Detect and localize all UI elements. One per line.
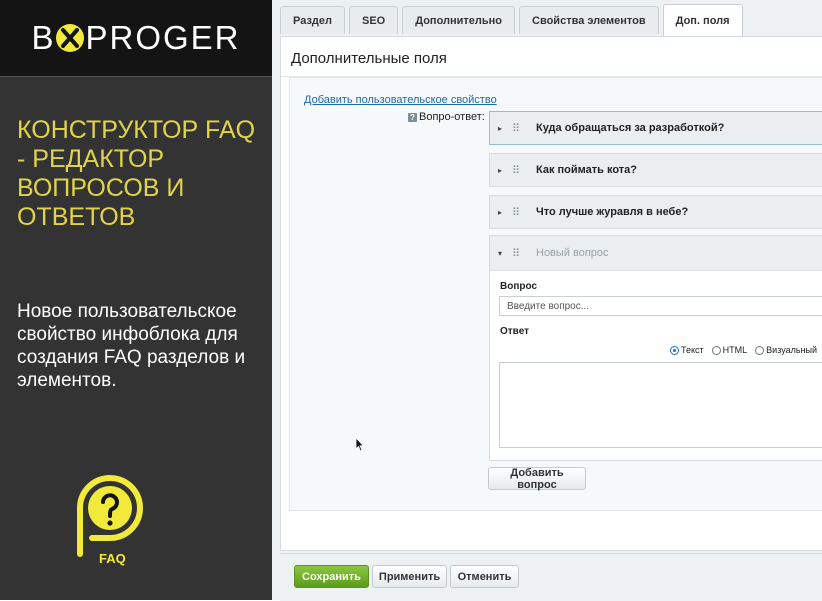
drag-handle-icon[interactable]: ⠿ [512,206,528,219]
promo-panel: B PROGER КОНСТРУКТОР FAQ - РЕДАКТОР ВОПР… [0,0,272,600]
add-property-link[interactable]: Добавить пользовательское свойство [304,94,497,106]
logo-bar: B PROGER [0,0,272,76]
question-item[interactable]: ▸ ⠿ Что лучше журавля в небе? [489,195,822,229]
divider [0,76,272,77]
new-question-editor: ▾ ⠿ Новый вопрос Вопрос Ответ Текст HTML… [489,235,822,461]
question-title: Что лучше журавля в небе? [536,206,689,218]
mouse-cursor-icon [355,437,365,452]
faq-logo-icon [77,475,143,557]
question-title: Куда обращаться за разработкой? [536,122,725,134]
format-radio-visual[interactable]: Визуальный [755,345,817,355]
radio-checked-icon[interactable] [670,345,679,355]
drag-handle-icon[interactable]: ⠿ [512,247,528,260]
new-question-title: Новый вопрос [536,247,609,259]
faq-logo-label: FAQ [99,551,126,566]
brand-logo-left: B [31,19,56,56]
tab-element-properties[interactable]: Свойства элементов [519,6,659,34]
radio-icon[interactable] [711,345,721,355]
expand-icon[interactable]: ▸ [498,166,508,175]
format-label: Текст [681,345,704,355]
tab-seo[interactable]: SEO [349,6,399,34]
tab-additional[interactable]: Дополнительно [402,6,516,34]
format-radio-text[interactable]: Текст [670,345,704,355]
new-question-header[interactable]: ▾ ⠿ Новый вопрос [490,236,822,271]
property-label: ? Вопро-ответ: [408,111,485,123]
answer-textarea[interactable] [499,362,822,448]
brand-logo: B PROGER [31,19,240,57]
drag-handle-icon[interactable]: ⠿ [512,122,528,135]
radio-icon[interactable] [755,345,765,355]
expand-icon[interactable]: ▸ [498,208,508,217]
drag-handle-icon[interactable]: ⠿ [512,164,528,177]
add-question-button[interactable]: Добавить вопрос [488,467,586,491]
tab-section[interactable]: Раздел [280,6,345,34]
format-label: HTML [722,345,748,355]
logo-x-icon [56,24,85,52]
property-label-text: Вопро-ответ: [419,111,485,123]
question-field-label: Вопрос [500,281,538,292]
promo-title: КОНСТРУКТОР FAQ - РЕДАКТОР ВОПРОСОВ И ОТ… [17,116,256,231]
panel-header: Дополнительные поля [281,37,822,77]
apply-button[interactable]: Применить [372,565,447,588]
promo-description: Новое пользовательское свойство инфоблок… [17,301,246,391]
format-radio-html[interactable]: HTML [711,345,748,355]
tab-extra-fields[interactable]: Доп. поля [662,4,743,36]
save-button[interactable]: Сохранить [294,565,369,588]
question-input[interactable] [499,296,822,316]
question-title: Как поймать кота? [536,164,637,176]
tab-bar: Раздел SEO Дополнительно Свойства элемен… [280,4,743,36]
help-icon[interactable]: ? [408,112,417,122]
collapse-icon[interactable]: ▾ [498,249,508,258]
cancel-button[interactable]: Отменить [450,565,519,588]
brand-logo-right: PROGER [85,19,241,56]
answer-format-group: Текст HTML Визуальный [670,345,817,355]
question-item[interactable]: ▸ ⠿ Куда обращаться за разработкой? [489,111,822,145]
panel-title: Дополнительные поля [291,50,447,67]
question-item[interactable]: ▸ ⠿ Как поймать кота? [489,153,822,187]
expand-icon[interactable]: ▸ [498,124,508,133]
answer-field-label: Ответ [500,326,530,337]
format-label: Визуальный [766,345,818,355]
